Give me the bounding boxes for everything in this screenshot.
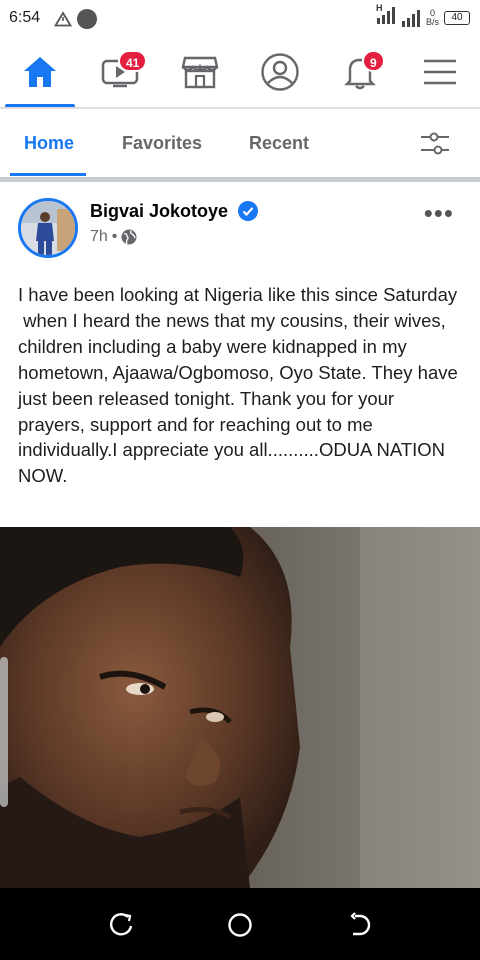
status-time: 6:54 [9,9,41,26]
feed-separator [0,177,480,182]
post-photo-face [0,527,480,888]
home-button-icon[interactable] [227,912,253,938]
recent-apps-icon[interactable] [108,912,134,938]
avatar-photo [21,201,75,255]
author-avatar[interactable] [18,198,78,258]
post-header: Bigvai Jokotoye 7h • ••• [0,190,480,270]
status-bar: 6:54 H 0 B/s 40 [0,0,480,36]
globe-icon [121,229,137,245]
warning-triangle-icon [54,11,72,27]
post-text: I have been looking at Nigeria like this… [18,284,458,487]
post-author-name[interactable]: Bigvai Jokotoye [90,201,228,222]
signal-strength-icon-2 [401,9,420,27]
notification-dot-icon [77,9,97,29]
back-button-icon[interactable] [347,912,373,938]
nav-notifications[interactable]: 9 [320,36,400,108]
battery-indicator: 40 [444,10,470,25]
nav-marketplace[interactable] [160,36,240,108]
verified-badge-icon [238,201,258,221]
profile-icon [261,53,299,91]
filter-sliders-icon[interactable] [420,131,450,157]
meta-separator: • [111,228,118,245]
tab-active-underline [10,173,86,176]
feed-tabs: Home Favorites Recent [0,109,480,177]
marketplace-icon [181,56,219,89]
tab-favorites[interactable]: Favorites [122,133,202,154]
tab-recent[interactable]: Recent [249,133,309,154]
nav-home[interactable] [0,36,80,108]
nav-watch[interactable]: 41 [80,36,160,108]
top-nav: 41 9 [0,36,480,108]
home-icon [24,57,56,87]
notifications-badge: 9 [362,50,385,72]
post-time[interactable]: 7h [90,228,108,246]
nav-profile[interactable] [240,36,320,108]
post-more-button[interactable]: ••• [424,198,454,229]
menu-icon [424,59,456,85]
watch-badge: 41 [118,50,148,72]
tab-home[interactable]: Home [24,133,74,154]
nav-menu[interactable] [400,36,480,108]
android-nav-bar [0,888,480,960]
post-image[interactable] [0,527,480,888]
network-speed: 0 B/s [425,7,439,27]
network-type-label: H [375,3,383,13]
post-meta: 7h • [90,228,137,246]
